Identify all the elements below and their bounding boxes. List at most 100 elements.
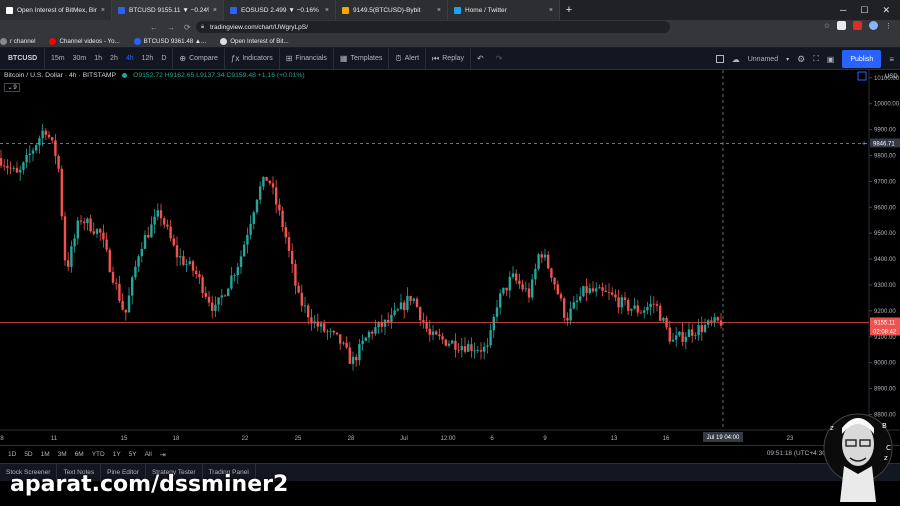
candle-body	[307, 305, 310, 318]
candle-body	[252, 212, 255, 224]
y-tick-label: 8900.00	[874, 387, 896, 393]
range-1y[interactable]: 1Y	[113, 451, 121, 458]
bookmark-label: BTCUSD 9361.48 ▲...	[143, 37, 207, 45]
range-3m[interactable]: 3M	[58, 451, 67, 458]
back-icon[interactable]: ←	[150, 23, 158, 32]
fullscreen-icon[interactable]: ⛶	[813, 54, 819, 64]
browser-tab[interactable]: BTCUSD 9155.11 ▼ −0.24% Unnam ×	[112, 0, 224, 20]
browser-tab[interactable]: Home / Twitter ×	[448, 0, 560, 20]
timeframe-1h[interactable]: 1h	[94, 55, 102, 62]
layout-name[interactable]: Unnamed	[748, 56, 778, 63]
financials-button[interactable]: ⊞ Financials	[280, 47, 334, 70]
candle-body	[6, 166, 9, 168]
range-5d[interactable]: 5D	[24, 451, 32, 458]
range-1m[interactable]: 1M	[41, 451, 50, 458]
timeframe-12h[interactable]: 12h	[142, 55, 154, 62]
range-5y[interactable]: 5Y	[129, 451, 137, 458]
new-tab-button[interactable]: +	[560, 0, 578, 20]
timeframe-4h[interactable]: 4h	[126, 55, 134, 62]
clock[interactable]: 09:51:18 (UTC+4:30)	[767, 450, 828, 457]
x-tick-label: 11	[51, 436, 58, 442]
range-all[interactable]: All	[145, 451, 152, 458]
browser-tab[interactable]: EOSUSD 2.499 ▼ −0.16% EOSXCO ×	[224, 0, 336, 20]
candle-body	[617, 297, 620, 308]
undo-button[interactable]: ↶	[471, 48, 490, 70]
indicators-button[interactable]: ƒx Indicators	[225, 47, 280, 70]
alert-button[interactable]: ⏰︎ Alert	[389, 47, 427, 70]
favicon-icon	[454, 6, 461, 14]
menu-icon[interactable]: ≡	[889, 55, 894, 64]
y-tick-label: 10100.00	[874, 76, 900, 82]
chart-area[interactable]: USD 10100.00 10000.00 9900.00 9800.00 9700.00…	[0, 70, 900, 445]
minimize-icon[interactable]: ─	[840, 5, 846, 15]
settings-gear-icon[interactable]: ⚙︎	[797, 54, 805, 65]
candle-body	[531, 279, 534, 298]
star-icon[interactable]: ☆	[824, 22, 830, 30]
candle-body	[633, 305, 636, 309]
url-input[interactable]: 🔒︎ tradingview.com/chart/UWgryLpS/	[196, 21, 670, 33]
templates-button[interactable]: ▦ Templates	[334, 47, 390, 70]
redo-button[interactable]: ↷	[490, 48, 509, 70]
chevron-down-icon[interactable]: ▾	[786, 56, 789, 63]
bookmarks-bar: r channel Channel videos - Yo... BTCUSD 93…	[0, 35, 900, 48]
range-1d[interactable]: 1D	[8, 451, 16, 458]
extension-icon[interactable]	[853, 21, 862, 30]
redo-icon: ↷	[495, 54, 503, 63]
calendar-icon[interactable]: ⇥	[160, 451, 166, 459]
candle-body	[41, 130, 44, 139]
replay-button[interactable]: ⏮︎ Replay	[426, 47, 472, 70]
close-icon[interactable]: ×	[325, 7, 329, 14]
range-6m[interactable]: 6M	[75, 451, 84, 458]
study-collapse-button[interactable]: ⌄ 9	[4, 83, 20, 92]
camera-icon[interactable]: ▣	[827, 55, 835, 64]
menu-icon[interactable]: ⋮	[885, 22, 892, 30]
browser-tab[interactable]: Open Interest of BitMex, Binance F ×	[0, 0, 112, 20]
close-icon[interactable]: ×	[101, 7, 105, 14]
auto-scale-icon[interactable]	[857, 71, 867, 81]
range-ytd[interactable]: YTD	[92, 451, 105, 458]
candle-body	[38, 138, 41, 146]
candle-body	[339, 334, 342, 344]
timeframe-D[interactable]: D	[161, 55, 166, 62]
candle-body	[262, 176, 265, 187]
publish-button[interactable]: Publish	[842, 50, 882, 68]
close-icon[interactable]: ×	[437, 7, 441, 14]
timeframe-2h[interactable]: 2h	[110, 55, 118, 62]
layout-icon[interactable]	[715, 55, 724, 63]
bookmark-item[interactable]: r channel	[0, 37, 35, 45]
timeframe-30m[interactable]: 30m	[73, 55, 87, 62]
candle-body	[406, 295, 409, 310]
candle-body	[591, 288, 595, 292]
candle-body	[44, 130, 47, 135]
x-tick-label: 6	[490, 436, 494, 442]
timeframe-15m[interactable]: 15m	[51, 55, 65, 62]
candle-body	[348, 347, 351, 364]
bookmark-item[interactable]: Open Interest of Bit...	[220, 37, 289, 45]
bookmark-item[interactable]: BTCUSD 9361.48 ▲...	[133, 37, 207, 45]
candle-body	[694, 335, 697, 336]
forward-icon[interactable]: →	[167, 23, 175, 32]
candle-body	[54, 140, 57, 156]
candle-body	[447, 343, 451, 346]
close-icon[interactable]: ✕	[882, 5, 890, 16]
profile-avatar[interactable]	[869, 21, 878, 30]
candle-body	[547, 254, 550, 269]
maximize-icon[interactable]: ☐	[860, 5, 868, 16]
candle-body	[700, 325, 703, 332]
candlestick-chart[interactable]: USD10100.0010000.009900.009800.009700.00…	[0, 70, 900, 445]
candle-body	[131, 277, 134, 296]
browser-tab[interactable]: 9149.5(BTCUSD)-Bybit ×	[336, 0, 448, 20]
add-alert-plus-icon[interactable]: +	[862, 140, 866, 147]
candle-body	[668, 327, 671, 342]
candle-body	[639, 312, 643, 314]
symbol-search[interactable]: BTCUSD	[0, 47, 45, 70]
close-icon[interactable]: ×	[549, 7, 553, 14]
close-icon[interactable]: ×	[213, 7, 217, 14]
compare-button[interactable]: ⊕ Compare	[173, 47, 225, 70]
extension-icon[interactable]	[837, 21, 846, 30]
reload-icon[interactable]: ⟳	[184, 23, 191, 32]
bookmark-item[interactable]: Channel videos - Yo...	[49, 37, 120, 45]
candle-body	[278, 204, 281, 211]
market-status-icon	[122, 73, 128, 78]
candle-body	[281, 210, 284, 228]
